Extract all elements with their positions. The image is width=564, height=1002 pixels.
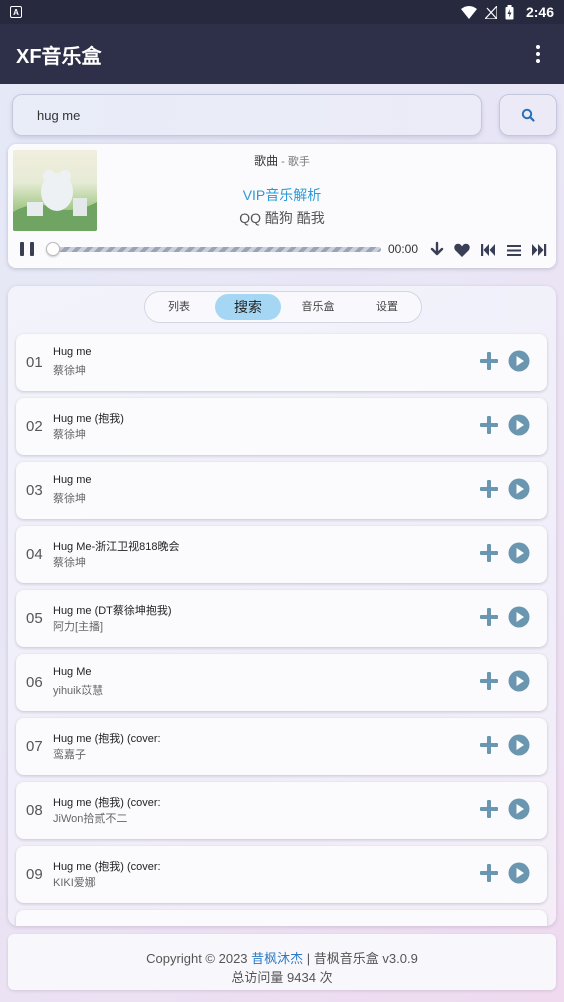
- status-bar: A 2:46: [0, 0, 564, 24]
- list-item[interactable]: 09 Hug me (抱我) (cover: KIKI爱娜: [16, 846, 547, 903]
- clock: 2:46: [525, 4, 554, 20]
- track-title: Hug me: [53, 474, 92, 486]
- track-index: 08: [26, 802, 43, 819]
- tab-bar: 列表 搜索 音乐盒 设置: [144, 291, 422, 323]
- more-vert-icon[interactable]: [528, 39, 548, 69]
- elapsed-time: 00:00: [388, 242, 419, 256]
- tab-search[interactable]: 搜索: [215, 294, 281, 320]
- copyright-suffix: | 昔枫音乐盒 v3.0.9: [303, 951, 418, 966]
- track-artist: 蔡徐坤: [53, 557, 86, 569]
- track-title: Hug me (抱我) (cover:: [53, 797, 161, 809]
- battery-icon: [505, 4, 514, 19]
- list-item[interactable]: 01 Hug me 蔡徐坤: [16, 334, 547, 391]
- add-icon[interactable]: [479, 415, 499, 435]
- track-title: Hug me (抱我) (cover:: [53, 733, 161, 745]
- pause-icon[interactable]: [20, 242, 34, 257]
- search-button[interactable]: [499, 94, 557, 136]
- play-icon[interactable]: [508, 606, 530, 628]
- track-artist: 阿力[主播]: [53, 621, 104, 633]
- track-index: 07: [26, 738, 43, 755]
- list-item[interactable]: 04 Hug Me-浙江卫视818晚会 蔡徐坤: [16, 526, 547, 583]
- tab-list[interactable]: 列表: [151, 294, 207, 320]
- content-panel: 列表 搜索 音乐盒 设置 01 Hug me 蔡徐坤 02 Hug me (抱我…: [8, 286, 556, 926]
- play-icon[interactable]: [508, 478, 530, 500]
- track-index: 04: [26, 546, 43, 563]
- list-item[interactable]: 08 Hug me (抱我) (cover: JiWon拾贰不二: [16, 782, 547, 839]
- no-signal-icon: [484, 5, 497, 19]
- track-index: 09: [26, 866, 43, 883]
- download-icon[interactable]: [428, 241, 446, 259]
- track-index: 01: [26, 354, 43, 371]
- track-index: 06: [26, 674, 43, 691]
- track-artist: JiWon拾贰不二: [53, 813, 128, 825]
- list-item[interactable]: 07 Hug me (抱我) (cover: 鸾嘉子: [16, 718, 547, 775]
- search-box: [12, 94, 482, 136]
- add-icon[interactable]: [479, 543, 499, 563]
- song-meta: 歌曲 - 歌手: [8, 152, 556, 169]
- copyright-line: Copyright © 2023 昔枫沐杰 | 昔枫音乐盒 v3.0.9: [8, 948, 556, 967]
- add-icon[interactable]: [479, 799, 499, 819]
- skip-previous-icon[interactable]: [479, 241, 497, 259]
- playlist-icon[interactable]: [505, 241, 523, 259]
- player-card: 歌曲 - 歌手 VIP音乐解析 QQ 酷狗 酷我 00:00: [8, 144, 556, 268]
- track-artist: 蔡徐坤: [53, 365, 86, 377]
- track-title: Hug me (DT蔡徐坤抱我): [53, 605, 172, 617]
- song-separator: -: [278, 156, 288, 168]
- play-icon[interactable]: [508, 542, 530, 564]
- vip-parse-label[interactable]: VIP音乐解析: [8, 185, 556, 205]
- app-bar: XF音乐盒: [0, 24, 564, 84]
- app-title: XF音乐盒: [16, 45, 102, 68]
- add-icon[interactable]: [479, 479, 499, 499]
- play-icon[interactable]: [508, 734, 530, 756]
- list-item-partial[interactable]: [16, 910, 547, 926]
- notification-icon: A: [10, 6, 22, 18]
- visit-count: 总访问量 9434 次: [231, 970, 333, 985]
- play-icon[interactable]: [508, 798, 530, 820]
- player-controls: 00:00: [8, 239, 556, 261]
- skip-next-icon[interactable]: [530, 241, 548, 259]
- track-title: Hug me: [53, 346, 92, 358]
- play-icon[interactable]: [508, 350, 530, 372]
- track-index: 05: [26, 610, 43, 627]
- search-icon: [521, 108, 535, 122]
- author-link[interactable]: 昔枫沐杰: [251, 951, 303, 966]
- list-item[interactable]: 06 Hug Me yihuik苡慧: [16, 654, 547, 711]
- add-icon[interactable]: [479, 351, 499, 371]
- copyright-prefix: Copyright © 2023: [146, 951, 252, 966]
- list-item[interactable]: 05 Hug me (DT蔡徐坤抱我) 阿力[主播]: [16, 590, 547, 647]
- play-icon[interactable]: [508, 414, 530, 436]
- song-title: 歌曲: [254, 154, 279, 168]
- wifi-icon: [460, 5, 477, 19]
- track-artist: KIKI爱娜: [53, 877, 96, 889]
- track-title: Hug Me-浙江卫视818晚会: [53, 541, 180, 553]
- track-title: Hug me (抱我): [53, 413, 124, 425]
- track-artist: 蔡徐坤: [53, 429, 86, 441]
- track-title: Hug me (抱我) (cover:: [53, 861, 161, 873]
- sources-label: QQ 酷狗 酷我: [239, 210, 325, 226]
- list-item[interactable]: 02 Hug me (抱我) 蔡徐坤: [16, 398, 547, 455]
- play-icon[interactable]: [508, 862, 530, 884]
- progress-track[interactable]: [48, 247, 381, 252]
- track-index: 03: [26, 482, 43, 499]
- add-icon[interactable]: [479, 735, 499, 755]
- track-artist: 鸾嘉子: [53, 749, 86, 761]
- heart-icon[interactable]: [453, 241, 471, 259]
- add-icon[interactable]: [479, 671, 499, 691]
- search-input[interactable]: [37, 107, 481, 123]
- list-item[interactable]: 03 Hug me 蔡徐坤: [16, 462, 547, 519]
- tab-settings[interactable]: 设置: [357, 294, 417, 320]
- footer: Copyright © 2023 昔枫沐杰 | 昔枫音乐盒 v3.0.9 总访问…: [8, 934, 556, 990]
- add-icon[interactable]: [479, 607, 499, 627]
- track-artist: 蔡徐坤: [53, 493, 86, 505]
- track-title: Hug Me: [53, 666, 92, 678]
- play-icon[interactable]: [508, 670, 530, 692]
- tab-music-box[interactable]: 音乐盒: [287, 294, 349, 320]
- track-artist: yihuik苡慧: [53, 685, 104, 697]
- progress-knob[interactable]: [46, 242, 60, 256]
- track-index: 02: [26, 418, 43, 435]
- add-icon[interactable]: [479, 863, 499, 883]
- singer-name: 歌手: [287, 156, 310, 168]
